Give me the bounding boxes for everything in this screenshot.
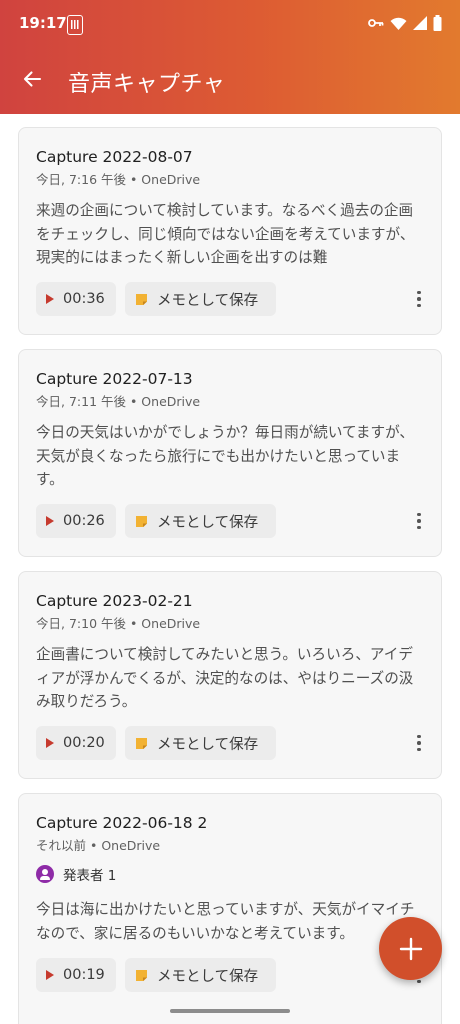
save-as-note-label: メモとして保存 (157, 736, 259, 753)
duration-label: 00:36 (63, 291, 105, 307)
save-as-note-button[interactable]: メモとして保存 (125, 282, 276, 316)
capture-transcript: 来週の企画について検討しています。なるべく過去の企画をチェックし、同じ傾向ではな… (36, 202, 415, 266)
status-bar: 19:17 (0, 0, 460, 50)
sticky-note-icon (136, 515, 147, 527)
save-as-note-label: メモとして保存 (157, 968, 259, 985)
play-button[interactable]: 00:20 (36, 726, 116, 760)
speaker-avatar-icon (36, 865, 54, 883)
capture-card[interactable]: Capture 2023-02-21 今日, 7:10 午後 • OneDriv… (18, 571, 442, 779)
sticky-note-icon (136, 293, 147, 305)
sticky-note-icon (136, 737, 147, 749)
cellular-signal-icon (413, 16, 427, 30)
duration-label: 00:26 (63, 513, 105, 529)
vpn-key-icon (368, 19, 384, 27)
page-title: 音声キャプチャ (68, 72, 226, 97)
wifi-icon (390, 17, 407, 30)
play-button[interactable]: 00:26 (36, 504, 116, 538)
capture-transcript: 企画書について検討してみたいと思う。いろいろ、アイディアが浮かんでくるが、決定的… (36, 646, 414, 710)
play-icon (46, 970, 54, 980)
save-as-note-button[interactable]: メモとして保存 (125, 504, 276, 538)
capture-card[interactable]: Capture 2022-07-13 今日, 7:11 午後 • OneDriv… (18, 349, 442, 557)
new-capture-button[interactable] (379, 917, 442, 980)
more-options-button[interactable] (407, 506, 431, 536)
voice-recorder-status-icon (67, 15, 83, 35)
capture-title: Capture 2022-06-18 2 (36, 814, 208, 832)
capture-meta: それ以前 • OneDrive (36, 838, 161, 853)
capture-meta: 今日, 7:10 午後 • OneDrive (36, 616, 201, 631)
capture-meta: 今日, 7:16 午後 • OneDrive (36, 172, 201, 187)
duration-label: 00:20 (63, 735, 105, 751)
app-header: 19:17 音声キャプチャ (0, 0, 460, 114)
play-icon (46, 738, 54, 748)
capture-list[interactable]: Capture 2022-08-07 今日, 7:16 午後 • OneDriv… (0, 114, 460, 1024)
back-button[interactable] (14, 61, 50, 97)
gesture-home-bar[interactable] (170, 1009, 290, 1013)
capture-title: Capture 2023-02-21 (36, 592, 193, 610)
toolbar: 音声キャプチャ (0, 56, 460, 108)
status-time: 19:17 (19, 14, 67, 32)
capture-meta: 今日, 7:11 午後 • OneDrive (36, 394, 201, 409)
more-vertical-icon (417, 512, 421, 517)
more-options-button[interactable] (407, 728, 431, 758)
plus-icon (399, 937, 422, 960)
speaker-name: 発表者 1 (63, 868, 117, 884)
save-as-note-label: メモとして保存 (157, 514, 259, 531)
battery-icon (433, 15, 442, 31)
save-as-note-button[interactable]: メモとして保存 (125, 726, 276, 760)
capture-card[interactable]: Capture 2022-06-18 2 それ以前 • OneDrive 発表者… (18, 793, 442, 1024)
status-icons (368, 15, 442, 31)
save-as-note-button[interactable]: メモとして保存 (125, 958, 276, 992)
more-vertical-icon (417, 290, 421, 295)
more-options-button[interactable] (407, 284, 431, 314)
play-button[interactable]: 00:36 (36, 282, 116, 316)
sticky-note-icon (136, 969, 147, 981)
speaker-label: 発表者 1 (36, 864, 116, 884)
capture-transcript: 今日は海に出かけたいと思っていますが、天気がイマイチなので、家に居るのもいいかな… (36, 901, 415, 942)
more-vertical-icon (417, 734, 421, 739)
play-icon (46, 516, 54, 526)
capture-title: Capture 2022-08-07 (36, 148, 193, 166)
capture-transcript: 今日の天気はいかがでしょうか？毎日雨が続いてますが、天気が良くなったら旅行にでも… (36, 424, 414, 488)
play-icon (46, 294, 54, 304)
play-button[interactable]: 00:19 (36, 958, 116, 992)
capture-title: Capture 2022-07-13 (36, 370, 193, 388)
arrow-left-icon (23, 71, 42, 87)
capture-card[interactable]: Capture 2022-08-07 今日, 7:16 午後 • OneDriv… (18, 127, 442, 335)
duration-label: 00:19 (63, 967, 105, 983)
save-as-note-label: メモとして保存 (157, 292, 259, 309)
